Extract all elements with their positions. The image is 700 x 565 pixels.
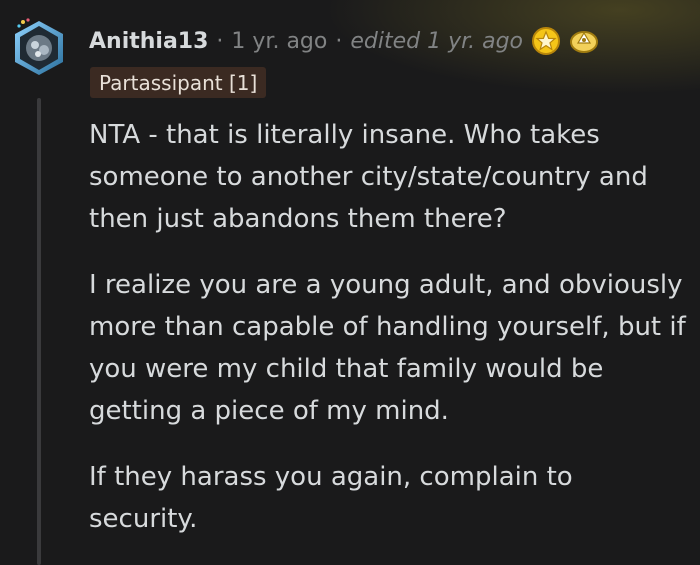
comment-body: NTA - that is literally insane. Who take…	[89, 114, 689, 564]
thread-collapse-line[interactable]	[37, 98, 41, 565]
comment-paragraph: I realize you are a young adult, and obv…	[89, 270, 686, 426]
award-glow-background	[0, 0, 700, 130]
timestamp[interactable]: 1 yr. ago	[231, 29, 327, 54]
avatar-hexagon-icon	[15, 18, 63, 75]
edited-timestamp: edited 1 yr. ago	[350, 28, 524, 54]
comment-paragraph: NTA - that is literally insane. Who take…	[89, 120, 648, 234]
meta-separator: ·	[216, 28, 224, 54]
meta-separator: ·	[335, 28, 343, 54]
comment-paragraph: If they harass you again, complain to se…	[89, 462, 573, 534]
avatar[interactable]	[11, 17, 67, 79]
comment-meta: Anithia13 · 1 yr. ago · edited 1 yr. ago	[89, 24, 599, 58]
user-flair: Partassipant [1]	[90, 67, 267, 98]
helpful-award-icon[interactable]	[569, 26, 599, 56]
gold-award-icon[interactable]	[531, 26, 561, 56]
username-link[interactable]: Anithia13	[89, 29, 208, 54]
